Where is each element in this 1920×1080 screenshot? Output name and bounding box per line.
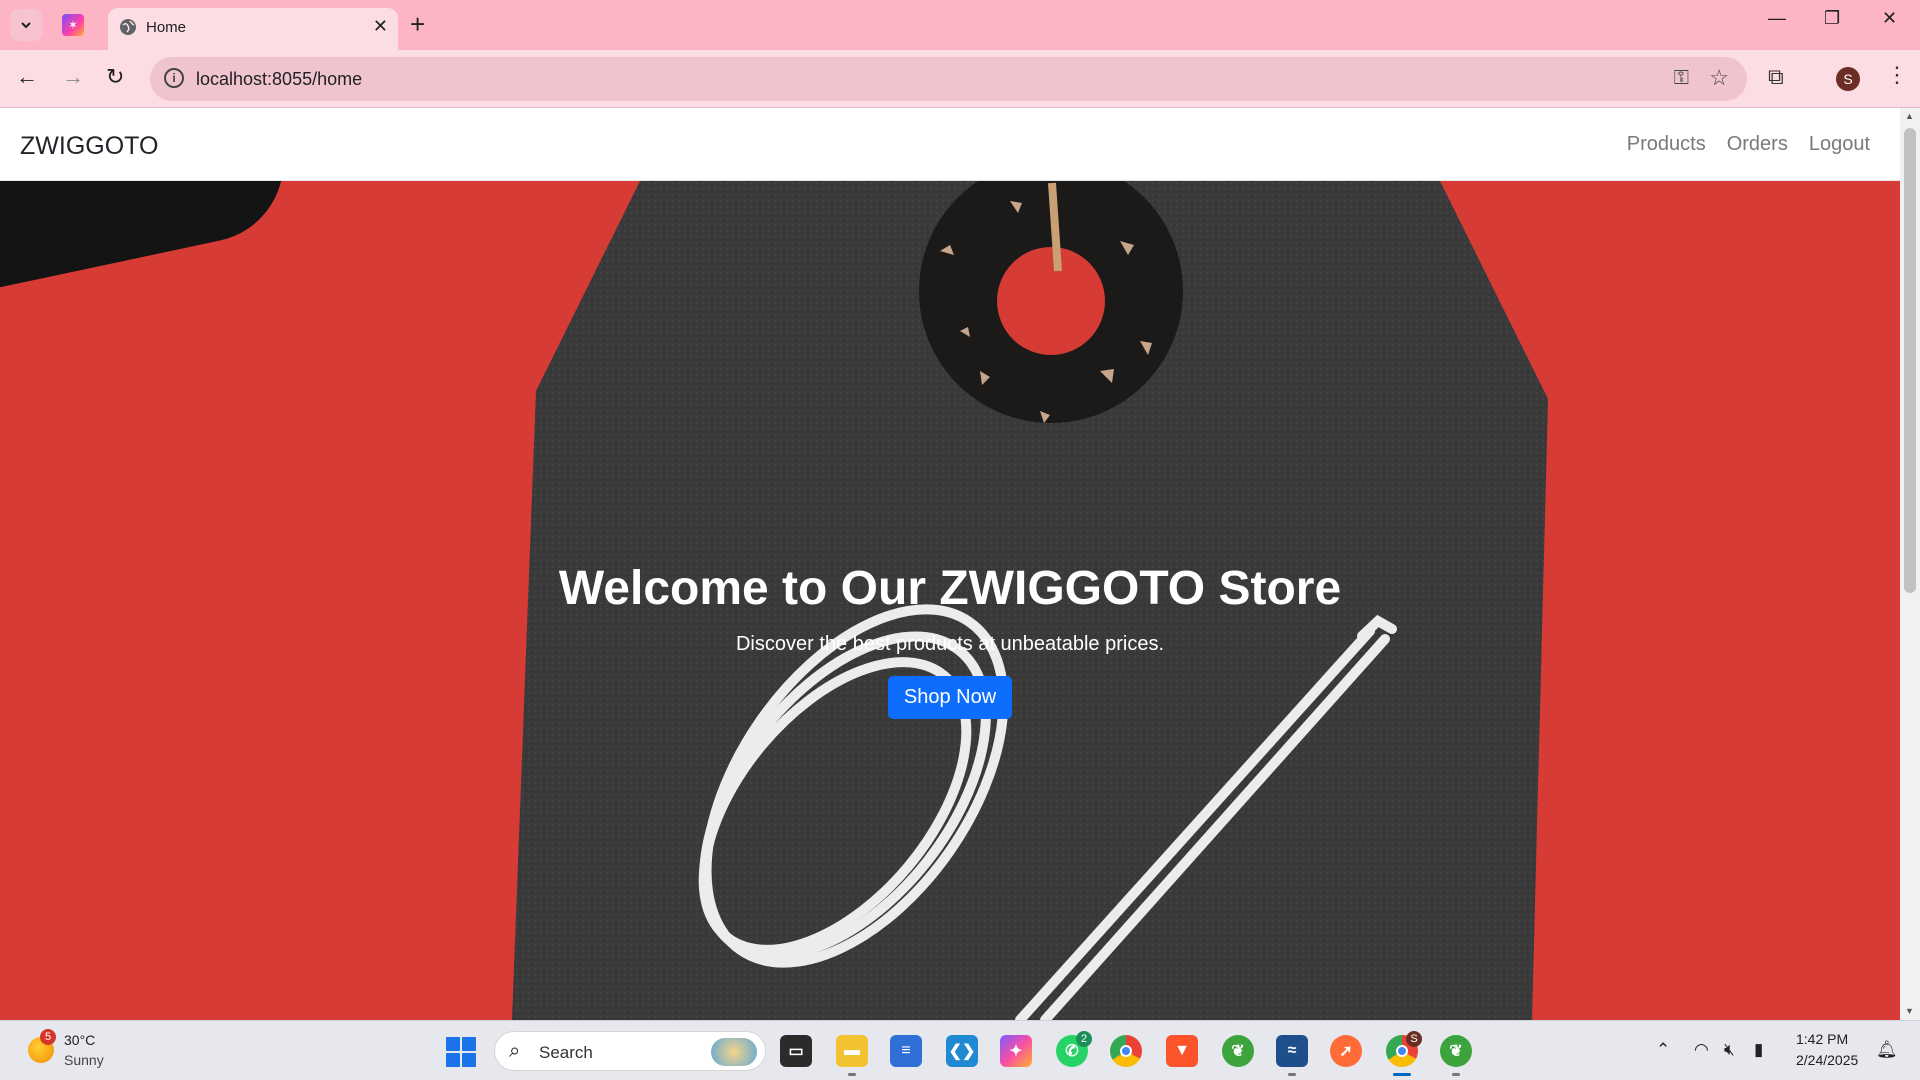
hero-content: Welcome to Our ZWIGGOTO Store Discover t…	[0, 561, 1900, 719]
password-key-icon[interactable]: ⚿	[1674, 67, 1689, 90]
mysql-workbench-indicator	[1288, 1073, 1296, 1076]
postman-icon[interactable]: ➚	[1330, 1035, 1362, 1067]
close-tab-icon[interactable]: ✕	[373, 16, 388, 37]
chrome-icon[interactable]	[1110, 1035, 1142, 1067]
muted-speaker-icon[interactable]: 🔇︎	[1724, 1040, 1735, 1060]
copilot-icon[interactable]: ✦	[1000, 1035, 1032, 1067]
address-url[interactable]: localhost:8055/home	[196, 69, 362, 90]
whatsapp-badge: 2	[1076, 1031, 1092, 1047]
notepad-icon[interactable]: ≡	[890, 1035, 922, 1067]
bookmark-star-icon[interactable]: ☆	[1709, 65, 1729, 91]
tab-title: Home	[146, 19, 187, 36]
site-info-icon[interactable]: i	[164, 68, 184, 88]
mysql-workbench-icon[interactable]: ≈	[1276, 1035, 1308, 1067]
file-explorer-indicator	[848, 1073, 856, 1076]
site-navbar: ZWIGGOTO Products Orders Logout	[0, 108, 1900, 181]
scroll-up-icon[interactable]: ▲	[1905, 111, 1914, 121]
hero-title: Welcome to Our ZWIGGOTO Store	[558, 562, 1342, 615]
globe-icon	[120, 19, 136, 35]
battery-icon[interactable]: ▮	[1754, 1040, 1763, 1060]
new-tab-plus-icon[interactable]: +	[410, 10, 425, 38]
taskbar-search[interactable]: ⌕ Search	[494, 1031, 766, 1071]
nav-link-orders[interactable]: Orders	[1727, 133, 1788, 156]
web-page: ZWIGGOTO Products Orders Logout Welcome …	[0, 108, 1900, 1020]
address-bar[interactable]: i localhost:8055/home ⚿ ☆	[150, 57, 1747, 101]
pinned-app-tab[interactable]: ✶	[62, 14, 84, 36]
file-explorer-icon[interactable]: ▬	[836, 1035, 868, 1067]
extensions-icon[interactable]: ⧉	[1768, 64, 1784, 90]
browser-tabstrip: ✶ Home ✕ + — ❐ ✕	[0, 0, 1920, 50]
tab-search-button[interactable]	[10, 9, 42, 41]
weather-badge: 5	[40, 1029, 56, 1045]
page-scrollbar[interactable]: ▲ ▼	[1900, 108, 1920, 1020]
search-icon: ⌕	[509, 1040, 521, 1062]
nav-link-logout[interactable]: Logout	[1809, 133, 1870, 156]
back-icon[interactable]: ←	[16, 66, 38, 88]
site-brand[interactable]: ZWIGGOTO	[20, 132, 158, 161]
spring-boot-icon[interactable]: ❦	[1440, 1035, 1472, 1067]
vscode-icon[interactable]: ❮❯	[946, 1035, 978, 1067]
forward-icon[interactable]: →	[62, 66, 84, 88]
taskbar-search-label: Search	[539, 1043, 593, 1062]
hero-banner: Welcome to Our ZWIGGOTO Store Discover t…	[0, 181, 1900, 1020]
window-close-icon[interactable]: ✕	[1882, 8, 1897, 29]
notification-icon[interactable]: 🔔︎	[1876, 1040, 1898, 1060]
nav-link-products[interactable]: Products	[1627, 133, 1706, 156]
task-view-icon[interactable]: ▭	[780, 1035, 812, 1067]
wifi-icon[interactable]: ◠	[1694, 1040, 1709, 1060]
chrome-profile-badge: S	[1406, 1031, 1422, 1047]
search-highlight-icon	[711, 1038, 757, 1066]
spring-boot-indicator	[1452, 1073, 1460, 1076]
reload-icon[interactable]: ↻	[106, 66, 124, 88]
chevron-down-icon	[21, 22, 31, 29]
shop-now-button[interactable]: Shop Now	[887, 676, 1013, 719]
tray-overflow-chevron-icon[interactable]: ⌃	[1656, 1040, 1670, 1060]
browser-tab-active[interactable]: Home ✕	[108, 8, 398, 50]
hero-subtitle: Discover the best products at unbeatable…	[735, 633, 1165, 655]
profile-avatar[interactable]: S	[1836, 67, 1860, 91]
weather-condition[interactable]: Sunny	[64, 1052, 104, 1068]
weather-temperature[interactable]: 30°C	[64, 1032, 95, 1048]
nav-links: Products Orders Logout	[1627, 133, 1870, 156]
clock-date[interactable]: 2/24/2025	[1796, 1052, 1858, 1068]
scroll-thumb[interactable]	[1904, 128, 1916, 593]
windows-start-icon[interactable]	[446, 1037, 476, 1067]
minimize-icon[interactable]: —	[1768, 8, 1786, 29]
scroll-down-icon[interactable]: ▼	[1905, 1006, 1914, 1016]
chrome-active-indicator	[1393, 1073, 1411, 1076]
restore-icon[interactable]: ❐	[1824, 8, 1840, 29]
brave-icon[interactable]: ▼	[1166, 1035, 1198, 1067]
spring-tools-icon[interactable]: ❦	[1222, 1035, 1254, 1067]
windows-taskbar: 5 30°C Sunny ⌕ Search ▭ ▬ ≡ ❮❯ ✦ ✆ 2 ▼ ❦…	[0, 1020, 1920, 1080]
clock-time[interactable]: 1:42 PM	[1796, 1031, 1848, 1047]
kebab-menu-icon[interactable]: ⋮	[1886, 62, 1908, 88]
